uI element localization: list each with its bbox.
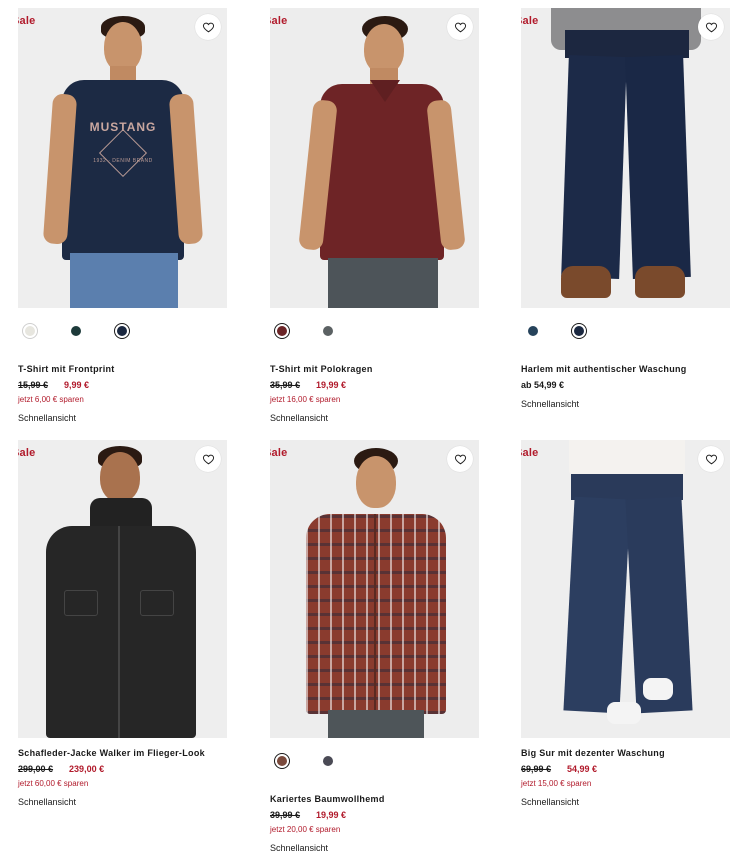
sale-badge: Sale (521, 447, 539, 459)
product-card[interactable]: Sale Schafleder-Jacke Walker im Flieger-… (18, 440, 229, 807)
price-row: 299,00 € 239,00 € (18, 764, 229, 774)
sale-price: 54,99 € (567, 764, 598, 774)
savings-text: jetzt 16,00 € sparen (270, 395, 341, 404)
savings-text: jetzt 15,00 € sparen (521, 779, 592, 788)
sale-badge: Sale (18, 447, 36, 459)
sale-price: 9,99 € (64, 380, 90, 390)
old-price: 15,99 € (18, 380, 49, 390)
quick-view-link[interactable]: Schnellansicht (270, 843, 481, 853)
wishlist-button[interactable] (447, 14, 473, 40)
heart-outline-icon (202, 22, 214, 32)
old-price: 299,00 € (18, 764, 54, 774)
color-swatch-active[interactable] (114, 323, 130, 339)
savings-text: jetzt 6,00 € sparen (18, 395, 84, 404)
savings-text: jetzt 60,00 € sparen (18, 779, 89, 788)
old-price: 39,99 € (270, 810, 301, 820)
product-image[interactable]: Sale (521, 8, 730, 308)
sale-badge: Sale (270, 15, 288, 27)
heart-outline-icon (454, 454, 466, 464)
sale-badge: Sale (18, 15, 36, 27)
product-title[interactable]: Harlem mit authentischer Waschung (521, 364, 732, 374)
quick-view-link[interactable]: Schnellansicht (18, 797, 229, 807)
product-title[interactable]: Big Sur mit dezenter Waschung (521, 748, 732, 758)
wishlist-button[interactable] (195, 14, 221, 40)
old-price: 69,99 € (521, 764, 552, 774)
price-row: 69,99 € 54,99 € (521, 764, 732, 774)
price-row: 35,99 € 19,99 € (270, 380, 481, 390)
heart-outline-icon (705, 22, 717, 32)
color-swatch[interactable] (68, 323, 84, 339)
quick-view-link[interactable]: Schnellansicht (18, 413, 229, 423)
savings-text: jetzt 20,00 € sparen (270, 825, 341, 834)
sale-price: 19,99 € (316, 380, 347, 390)
quick-view-link[interactable]: Schnellansicht (521, 797, 732, 807)
color-swatch-active[interactable] (274, 323, 290, 339)
wishlist-button[interactable] (195, 446, 221, 472)
product-title[interactable]: T-Shirt mit Polokragen (270, 364, 481, 374)
color-swatches (270, 738, 481, 784)
product-image[interactable]: MUSTANG 1932 · DENIM BRAND Sale (18, 8, 227, 308)
sale-badge: Sale (521, 15, 539, 27)
wishlist-button[interactable] (447, 446, 473, 472)
color-swatch[interactable] (22, 323, 38, 339)
product-card[interactable]: Sale Kariertes Baumwollhemd 39,99 € 19,9… (270, 440, 481, 853)
quick-view-link[interactable]: Schnellansicht (521, 399, 732, 409)
sale-price: 19,99 € (316, 810, 347, 820)
product-title[interactable]: T-Shirt mit Frontprint (18, 364, 229, 374)
price-from: ab 54,99 € (521, 380, 565, 390)
price-row: 15,99 € 9,99 € (18, 380, 229, 390)
product-title[interactable]: Schafleder-Jacke Walker im Flieger-Look (18, 748, 229, 758)
product-card[interactable]: Sale Big Sur mit dezenter Waschung 69,99… (521, 440, 732, 807)
product-card[interactable]: Sale T-Shirt mit Polokragen 35,99 € 19,9… (270, 8, 481, 423)
quick-view-link[interactable]: Schnellansicht (270, 413, 481, 423)
sale-badge: Sale (270, 447, 288, 459)
color-swatch[interactable] (525, 323, 541, 339)
color-swatch-active[interactable] (274, 753, 290, 769)
product-image[interactable]: Sale (270, 440, 479, 738)
wishlist-button[interactable] (698, 446, 724, 472)
color-swatches (270, 308, 481, 354)
heart-outline-icon (454, 22, 466, 32)
color-swatch-active[interactable] (571, 323, 587, 339)
wishlist-button[interactable] (698, 14, 724, 40)
sale-price: 239,00 € (69, 764, 105, 774)
product-card[interactable]: Sale Harlem mit authentischer Waschung a… (521, 8, 732, 409)
product-image[interactable]: Sale (270, 8, 479, 308)
color-swatches (18, 308, 229, 354)
color-swatch[interactable] (320, 753, 336, 769)
color-swatches (521, 308, 732, 354)
old-price: 35,99 € (270, 380, 301, 390)
product-image[interactable]: Sale (521, 440, 730, 738)
heart-outline-icon (705, 454, 717, 464)
color-swatch[interactable] (320, 323, 336, 339)
price-row: 39,99 € 19,99 € (270, 810, 481, 820)
product-card[interactable]: MUSTANG 1932 · DENIM BRAND Sale T-Shirt … (18, 8, 229, 423)
heart-outline-icon (202, 454, 214, 464)
product-title[interactable]: Kariertes Baumwollhemd (270, 794, 481, 804)
product-image[interactable]: Sale (18, 440, 227, 738)
